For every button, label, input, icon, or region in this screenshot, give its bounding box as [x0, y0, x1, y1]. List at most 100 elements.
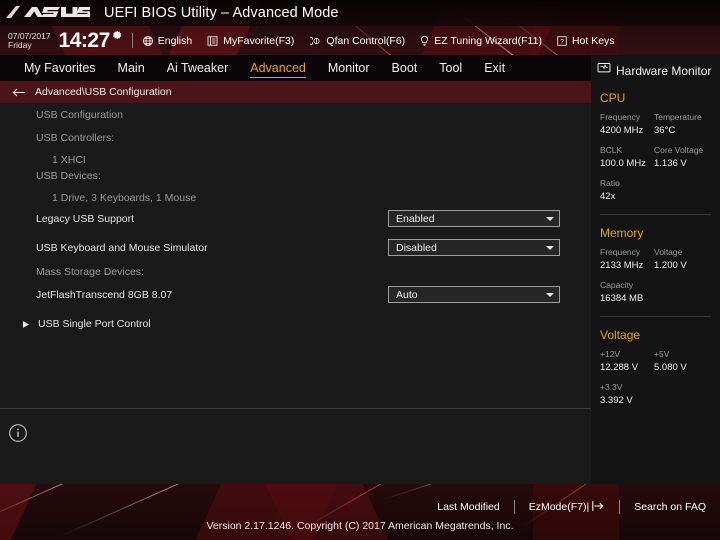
toolbar-label-qfan: Qfan Control(F6)	[326, 34, 406, 47]
dropdown-value-jetflash: Auto	[396, 288, 418, 301]
cpu-core-voltage-key: Core Voltage	[654, 145, 704, 155]
memory-frequency-value: 2133 MHz	[600, 260, 644, 271]
submenu-label: USB Single Port Control	[38, 318, 151, 330]
date-display: 07/07/2017 Friday	[8, 32, 51, 49]
toolbar-label-hotkeys: Hot Keys	[571, 34, 615, 47]
asus-logo	[4, 4, 90, 22]
tab-ai-tweaker[interactable]: Ai Tweaker	[167, 61, 229, 76]
usb-controllers-value: 1 XHCI	[52, 154, 86, 166]
tab-main[interactable]: Main	[118, 61, 145, 76]
tab-advanced[interactable]: Advanced	[250, 61, 306, 78]
sidebar-header: Hardware Monitor	[591, 55, 720, 80]
info-icon[interactable]	[8, 423, 28, 448]
footer-bar: Last Modified EzMode(F7)| Search on FAQ	[0, 496, 720, 518]
chevron-down-icon	[546, 245, 554, 250]
memory-voltage-key: Voltage	[654, 247, 683, 257]
ezmode-label: EzMode(F7)|	[528, 501, 590, 513]
gear-icon[interactable]	[111, 28, 123, 46]
section-title-cpu: CPU	[600, 91, 626, 105]
usb-devices-label: USB Devices:	[36, 170, 101, 182]
mass-storage-label: Mass Storage Devices:	[36, 266, 144, 278]
voltage-12v-key: +12V	[600, 349, 621, 359]
exit-arrow-icon	[592, 500, 605, 515]
submenu-usb-single-port-control[interactable]: USB Single Port Control	[0, 318, 591, 330]
hardware-monitor-sidebar: Hardware Monitor CPU Frequency 4200 MHz …	[591, 55, 720, 484]
toolbar-item-qfan[interactable]: Qfan Control(F6)	[308, 35, 405, 47]
section-title-voltage: Voltage	[600, 328, 641, 342]
search-on-faq-button[interactable]: Search on FAQ	[634, 501, 706, 513]
tab-monitor[interactable]: Monitor	[328, 61, 370, 76]
usb-devices-value: 1 Drive, 3 Keyboards, 1 Mouse	[52, 192, 197, 204]
breadcrumb-path: Advanced\USB Configuration	[35, 86, 172, 98]
tab-my-favorites[interactable]: My Favorites	[24, 61, 96, 76]
toolbar-label-language: English	[157, 34, 193, 47]
dropdown-legacy-usb-support[interactable]: Enabled	[388, 210, 560, 227]
clock-value: 14:27	[58, 28, 111, 52]
voltage-5v-value: 5.080 V	[654, 362, 687, 373]
cpu-temperature-key: Temperature	[654, 112, 702, 122]
title-bar: UEFI BIOS Utility – Advanced Mode	[0, 0, 720, 26]
dropdown-usb-kb-mouse-simulator[interactable]: Disabled	[388, 239, 560, 256]
app-title: UEFI BIOS Utility – Advanced Mode	[104, 5, 339, 21]
chevron-down-icon	[546, 292, 554, 297]
memory-capacity-value: 16384 MB	[600, 293, 644, 304]
sidebar-section-cpu: CPU Frequency 4200 MHz Temperature 36°C …	[591, 91, 720, 211]
submenu-arrow-icon	[22, 320, 31, 329]
search-faq-label: Search on FAQ	[634, 501, 706, 513]
bulb-icon	[419, 35, 430, 47]
sidebar-section-memory: Memory Frequency 2133 MHz Voltage 1.200 …	[591, 226, 720, 313]
cpu-core-voltage-value: 1.136 V	[654, 158, 687, 169]
weekday-value: Friday	[8, 39, 32, 50]
tab-tool[interactable]: Tool	[439, 61, 462, 76]
dropdown-value-kb-mouse-sim: Disabled	[396, 241, 437, 254]
setting-label-kb-mouse-sim: USB Keyboard and Mouse Simulator	[36, 242, 208, 254]
memory-frequency-key: Frequency	[600, 247, 641, 257]
tab-boot[interactable]: Boot	[392, 61, 418, 76]
footer-divider-1	[513, 500, 515, 514]
toolbar-item-myfavorite[interactable]: MyFavorite(F3)	[206, 35, 294, 47]
dropdown-jetflash-device[interactable]: Auto	[388, 286, 560, 303]
setting-label-legacy-usb: Legacy USB Support	[36, 213, 135, 225]
version-copyright: Version 2.17.1246. Copyright (C) 2017 Am…	[206, 520, 514, 532]
star-list-icon	[206, 35, 219, 47]
memory-voltage-value: 1.200 V	[654, 260, 687, 271]
toolbar-divider	[131, 33, 133, 48]
usb-controllers-label: USB Controllers:	[36, 132, 115, 144]
cpu-ratio-value: 42x	[600, 191, 616, 202]
cpu-bclk-key: BCLK	[600, 145, 623, 155]
globe-icon	[142, 35, 154, 47]
voltage-5v-key: +5V	[654, 349, 670, 359]
voltage-12v-value: 12.288 V	[600, 362, 639, 373]
cpu-bclk-value: 100.0 MHz	[600, 158, 646, 169]
chevron-down-icon	[546, 216, 554, 221]
svg-text:?: ?	[560, 38, 564, 45]
main-panel: USB Configuration USB Controllers: 1 XHC…	[0, 103, 591, 484]
last-modified-button[interactable]: Last Modified	[437, 501, 499, 513]
ezmode-button[interactable]: EzMode(F7)|	[529, 500, 606, 515]
memory-capacity-key: Capacity	[600, 280, 634, 290]
toolbar-item-hotkeys[interactable]: ? Hot Keys	[556, 35, 615, 47]
sidebar-title: Hardware Monitor	[616, 64, 712, 78]
panel-divider	[0, 408, 591, 409]
fan-icon	[308, 35, 322, 47]
tab-exit[interactable]: Exit	[484, 61, 505, 76]
breadcrumb[interactable]: Advanced\USB Configuration	[0, 81, 591, 103]
question-box-icon: ?	[556, 35, 568, 47]
sidebar-divider-2	[600, 316, 711, 317]
back-arrow-icon[interactable]	[12, 87, 26, 98]
mass-storage-device-label: JetFlashTranscend 8GB 8.07	[36, 289, 173, 301]
toolbar-label-eztuning: EZ Tuning Wizard(F11)	[434, 34, 542, 47]
cpu-ratio-key: Ratio	[600, 178, 620, 188]
footer-divider-2	[619, 500, 621, 514]
section-title-memory: Memory	[600, 226, 644, 240]
top-toolbar: 07/07/2017 Friday 14:27 English MyFavori…	[0, 26, 720, 55]
voltage-33v-value: 3.392 V	[600, 395, 633, 406]
toolbar-label-myfavorite: MyFavorite(F3)	[223, 34, 295, 47]
section-heading: USB Configuration	[36, 109, 123, 121]
toolbar-item-eztuning[interactable]: EZ Tuning Wizard(F11)	[419, 35, 542, 47]
toolbar-item-language[interactable]: English	[142, 35, 192, 47]
last-modified-label: Last Modified	[437, 501, 500, 513]
voltage-33v-key: +3.3V	[600, 382, 623, 392]
dropdown-value-legacy-usb: Enabled	[396, 212, 435, 225]
cpu-temperature-value: 36°C	[654, 125, 676, 136]
